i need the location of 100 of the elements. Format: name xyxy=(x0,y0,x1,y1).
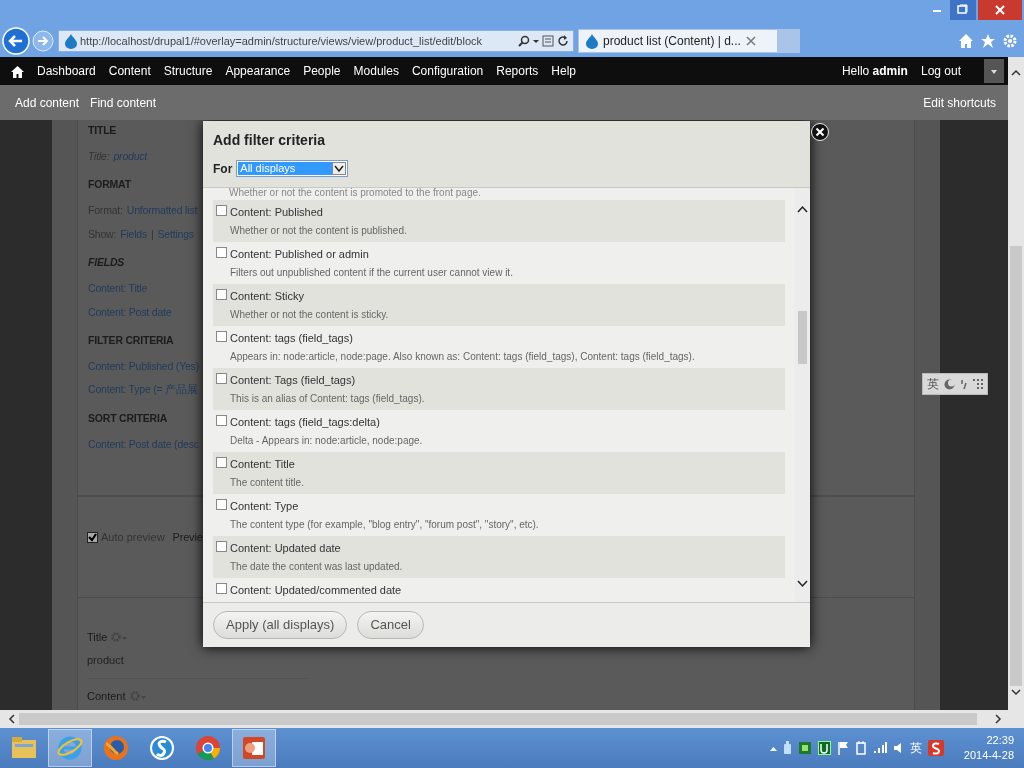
field-label: Title xyxy=(87,631,108,643)
section-heading: FORMAT xyxy=(88,177,131,192)
caret-icon[interactable] xyxy=(332,162,347,175)
shortcut-link[interactable]: Add content xyxy=(15,95,80,110)
checkbox[interactable] xyxy=(216,205,227,216)
filter-description: This is an alias of Content: tags (field_tags). xyxy=(229,392,426,405)
signal-icon[interactable] xyxy=(872,742,887,754)
usb-icon[interactable] xyxy=(782,741,792,755)
close-icon[interactable] xyxy=(745,36,756,46)
caret-up-icon[interactable] xyxy=(1011,69,1021,76)
drupal-icon xyxy=(584,33,598,49)
forward-button[interactable] xyxy=(32,30,54,52)
app-icon[interactable] xyxy=(927,740,944,756)
app-icon[interactable] xyxy=(817,741,831,755)
grid-icon[interactable] xyxy=(973,379,983,389)
filter-title: Content: Title xyxy=(230,458,295,470)
filter-description: Whether or not the content is sticky. xyxy=(229,308,390,321)
shortcut-link[interactable]: Find content xyxy=(90,95,157,110)
filter-title: Content: Updated/commented date xyxy=(230,584,402,596)
select-value: All displays xyxy=(238,162,333,175)
section-heading: SORT CRITERIA xyxy=(88,411,168,426)
caret-up-icon[interactable] xyxy=(797,205,808,213)
display-select[interactable]: All displays xyxy=(236,160,349,177)
home-icon[interactable] xyxy=(11,64,24,78)
speaker-icon[interactable] xyxy=(892,742,904,754)
clock-date: 2014-4-28 xyxy=(963,748,1014,763)
checkbox[interactable] xyxy=(216,415,227,426)
dialog-button[interactable]: Apply (all displays) xyxy=(213,610,348,639)
filter-title: Content: tags (field_tags:delta) xyxy=(230,416,380,428)
star-icon[interactable] xyxy=(980,33,996,49)
menu-link[interactable]: People xyxy=(303,64,341,78)
taskbar-button[interactable] xyxy=(232,729,276,767)
filter-title: Content: Published or admin xyxy=(230,248,369,260)
settings-icon[interactable] xyxy=(1002,33,1018,49)
dialog-title: Add filter criteria xyxy=(213,131,326,149)
checkbox[interactable] xyxy=(216,247,227,258)
section-heading: TITLE xyxy=(88,123,117,138)
restore-button[interactable] xyxy=(950,0,976,20)
menu-link[interactable]: Modules xyxy=(353,64,399,78)
filter-title: Content: tags (field_tags) xyxy=(230,332,353,344)
section-heading: FIELDS xyxy=(88,255,125,270)
field-label: Content xyxy=(87,690,126,702)
edit-shortcuts-link[interactable]: Edit shortcuts xyxy=(923,95,996,110)
swirl-icon xyxy=(148,734,176,762)
filter-title: Content: Sticky xyxy=(230,290,304,302)
filter-description: The date the content was last updated. xyxy=(229,560,404,573)
caret-left-icon[interactable] xyxy=(8,714,15,724)
address-bar[interactable]: http://localhost/drupal1/#overlay=admin/structure/views/view/product_list/edit/block xyxy=(58,30,574,52)
filter-title: Content: Published xyxy=(230,206,323,218)
taskbar-button[interactable] xyxy=(48,729,92,767)
caret-right-icon[interactable] xyxy=(995,714,1002,724)
scroll-thumb[interactable] xyxy=(19,713,977,725)
dialog-button[interactable]: Cancel xyxy=(357,610,424,639)
menu-link[interactable]: Configuration xyxy=(411,64,484,78)
input-mode-indicator[interactable]: 英 xyxy=(909,739,922,757)
checkbox[interactable] xyxy=(216,457,227,468)
filter-title: Content: Tags (field_tags) xyxy=(230,374,356,386)
punctuation-icon[interactable] xyxy=(960,378,968,390)
greeting-text: Hello admin xyxy=(841,64,908,78)
section-heading: FILTER CRITERIA xyxy=(88,333,174,348)
browser-tab[interactable]: product list (Content) | d... xyxy=(578,29,778,53)
menu-link[interactable]: Help xyxy=(551,64,576,78)
menu-link[interactable]: Appearance xyxy=(225,64,291,78)
checkbox[interactable] xyxy=(216,541,227,552)
caret-down-icon[interactable] xyxy=(797,580,808,588)
setting-label: | xyxy=(151,228,154,240)
scroll-thumb[interactable] xyxy=(1010,246,1022,686)
filter-description: The content title. xyxy=(229,476,305,489)
checkbox[interactable] xyxy=(216,373,227,384)
checkbox[interactable] xyxy=(216,331,227,342)
filter-title: Content: Type xyxy=(230,500,299,512)
filter-description: Whether or not the content is promoted to the front page. xyxy=(228,188,482,200)
menu-link[interactable]: Structure xyxy=(163,64,213,78)
search-icon[interactable] xyxy=(518,35,530,47)
filter-description: Delta - Appears in: node:article, node:page. xyxy=(229,434,424,447)
logout-link[interactable]: Log out xyxy=(920,64,961,78)
flag-icon[interactable] xyxy=(836,741,849,755)
close-button[interactable] xyxy=(811,123,829,141)
input-mode-toggle[interactable]: 英 xyxy=(927,375,939,393)
globe-icon xyxy=(102,734,130,762)
filter-title: Content: Updated date xyxy=(230,542,341,554)
menu-link[interactable]: Reports xyxy=(496,64,539,78)
menu-link[interactable]: Content xyxy=(108,64,151,78)
checkbox[interactable] xyxy=(216,499,227,510)
clock-time: 22:39 xyxy=(986,733,1014,748)
checkbox[interactable] xyxy=(216,583,227,594)
field-label: For xyxy=(213,161,233,176)
menu-link[interactable]: Dashboard xyxy=(37,64,96,78)
moon-icon[interactable] xyxy=(944,378,955,390)
chrome-icon xyxy=(194,734,222,762)
checkbox[interactable] xyxy=(216,289,227,300)
drupal-icon xyxy=(63,33,77,49)
chip-icon[interactable] xyxy=(797,741,812,755)
filter-description: The content type (for example, "blog entry", "forum post", "story", etc). xyxy=(229,518,540,531)
scroll-thumb[interactable] xyxy=(798,311,807,364)
slides-icon xyxy=(240,734,268,762)
checkbox[interactable] xyxy=(87,531,98,543)
back-button[interactable] xyxy=(2,27,30,55)
refresh-icon[interactable] xyxy=(557,35,569,47)
caret-down-icon[interactable] xyxy=(1011,689,1021,696)
